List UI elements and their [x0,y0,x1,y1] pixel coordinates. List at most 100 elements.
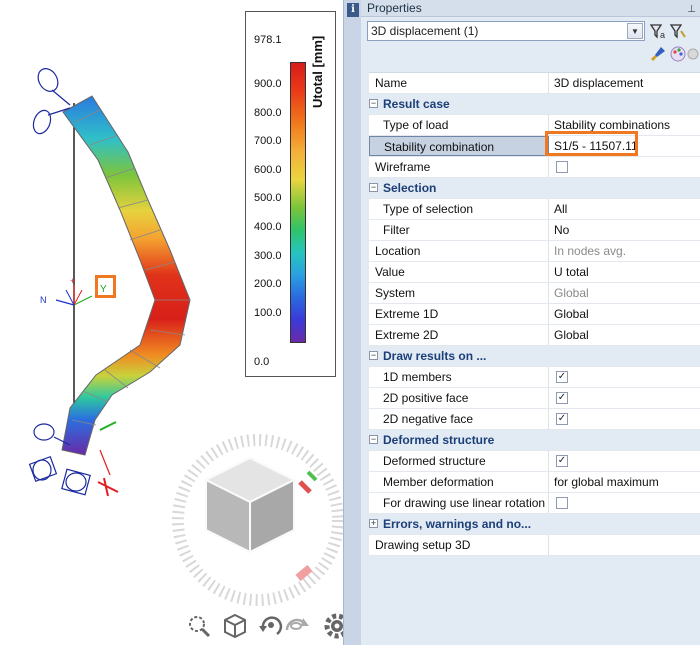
property-row-member-deformation[interactable]: Member deformation for global maximum [369,472,700,493]
property-label: 1D members [369,367,549,387]
property-value[interactable]: Global [551,325,700,345]
property-row-stability-combination[interactable]: Stability combination S1/5 - 11507.11 [369,136,700,157]
property-value[interactable]: Global [551,304,700,324]
property-label: Type of selection [369,199,549,219]
property-value[interactable]: 3D displacement [551,73,700,93]
property-row-deformed-structure[interactable]: Deformed structure ✓ [369,451,700,472]
property-label: Deformed structure [383,433,495,447]
palette-dropdown-icon[interactable] [687,45,699,63]
property-value[interactable]: In nodes avg. [551,241,700,261]
section-deformed-structure[interactable]: − Deformed structure [369,430,700,451]
section-draw-results-on[interactable]: − Draw results on ... [369,346,700,367]
3d-viewport[interactable]: + N Y 978.1 Utotal [mm] 900.0 800.0 700.0 6… [0,0,343,645]
object-selector-combo[interactable]: 3D displacement (1) ▼ [367,21,645,41]
property-checkbox-cell: ✓ [551,367,700,387]
property-label: 2D negative face [369,409,549,429]
section-selection[interactable]: − Selection [369,178,700,199]
property-row-type-of-selection[interactable]: Type of selection All [369,199,700,220]
collapse-icon[interactable]: − [369,99,378,108]
filter-icon[interactable] [669,22,687,40]
property-value[interactable] [551,535,700,555]
property-label: Wireframe [369,157,549,177]
local-axes-bottom [97,421,119,497]
property-value[interactable]: Global [551,283,700,303]
section-result-case[interactable]: − Result case [369,94,700,115]
legend-tick-label: 300.0 [254,250,282,262]
properties-panel: Properties ⊥ 3D displacement (1) ▼ a Nam… [361,0,700,645]
axis-label-x: + [70,276,75,286]
property-row-system[interactable]: System Global [369,283,700,304]
legend-title: Utotal [mm] [310,35,325,108]
panel-title: Properties ⊥ [361,0,700,17]
cube-view-icon[interactable] [221,612,249,640]
legend-max-label: 978.1 [254,34,282,46]
chevron-down-icon[interactable]: ▼ [627,23,643,39]
checkbox-checked[interactable]: ✓ [556,392,568,404]
collapse-icon[interactable]: − [369,183,378,192]
checkbox-unchecked[interactable] [556,161,568,173]
property-checkbox-cell [551,157,700,177]
property-row-for-drawing-use-linear-rotation[interactable]: For drawing use linear rotation [369,493,700,514]
property-value[interactable]: U total [551,262,700,282]
legend-tick-label: 800.0 [254,107,282,119]
legend-tick-label: 700.0 [254,135,282,147]
side-panel-strip: i [343,0,361,645]
legend-tick-label: 400.0 [254,221,282,233]
color-legend: 978.1 Utotal [mm] 900.0 800.0 700.0 600.0 50… [245,11,336,377]
rotate-icon[interactable] [257,612,285,640]
color-palette-icon[interactable] [669,45,687,63]
legend-tick-label: 900.0 [254,78,282,90]
collapse-icon[interactable]: − [369,351,378,360]
property-row-extreme-1d[interactable]: Extreme 1D Global [369,304,700,325]
property-row-extreme-2d[interactable]: Extreme 2D Global [369,325,700,346]
checkbox-checked[interactable]: ✓ [556,413,568,425]
collapse-icon[interactable]: − [369,435,378,444]
checkbox-checked[interactable]: ✓ [556,455,568,467]
property-label: Result case [383,97,450,111]
property-row-1d-members[interactable]: 1D members ✓ [369,367,700,388]
property-label: System [369,283,549,303]
property-label: Type of load [369,115,549,135]
section-errors-warnings-and-no[interactable]: + Errors, warnings and no... [369,514,700,535]
deformed-beam-surface [61,95,191,456]
axis-label-z: N [40,295,47,305]
property-row-2d-negative-face[interactable]: 2D negative face ✓ [369,409,700,430]
property-row-location[interactable]: Location In nodes avg. [369,241,700,262]
property-label: Extreme 2D [369,325,549,345]
gear-icon[interactable] [323,612,343,640]
property-value[interactable]: All [551,199,700,219]
brush-icon[interactable] [649,45,667,63]
stability-combination-highlight [545,131,638,156]
legend-tick-label: 0.0 [254,356,270,368]
checkbox-checked[interactable]: ✓ [556,371,568,383]
filter-select-icon[interactable]: a [649,22,667,40]
zoom-icon[interactable] [185,612,213,640]
property-label: 2D positive face [369,388,549,408]
legend-tick-label: 200.0 [254,278,282,290]
view-cube [203,456,297,554]
property-grid: Name 3D displacement − Result case Type of l… [369,72,700,556]
property-row-filter[interactable]: Filter No [369,220,700,241]
property-value[interactable]: No [551,220,700,240]
property-row-wireframe[interactable]: Wireframe [369,157,700,178]
legend-tick-label: 500.0 [254,192,282,204]
combo-value: 3D displacement (1) [371,24,479,38]
legend-tick-label: 600.0 [254,164,282,176]
property-row-value[interactable]: Value U total [369,262,700,283]
property-checkbox-cell: ✓ [551,409,700,429]
checkbox-unchecked[interactable] [556,497,568,509]
property-label: Value [369,262,549,282]
property-row-2d-positive-face[interactable]: 2D positive face ✓ [369,388,700,409]
property-value[interactable]: for global maximum [551,472,700,492]
orbit-icon[interactable] [283,612,311,640]
panel-title-text: Properties [367,1,422,15]
info-icon[interactable]: i [347,3,359,17]
property-row-type-of-load[interactable]: Type of load Stability combinations [369,115,700,136]
property-row-drawing-setup-3d[interactable]: Drawing setup 3D [369,535,700,556]
property-label: Extreme 1D [369,304,549,324]
expand-icon[interactable]: + [369,519,378,528]
property-row-name[interactable]: Name 3D displacement [369,73,700,94]
legend-tick-label: 100.0 [254,307,282,319]
pin-icon[interactable]: ⊥ [687,2,696,18]
property-label: Draw results on ... [383,349,487,363]
